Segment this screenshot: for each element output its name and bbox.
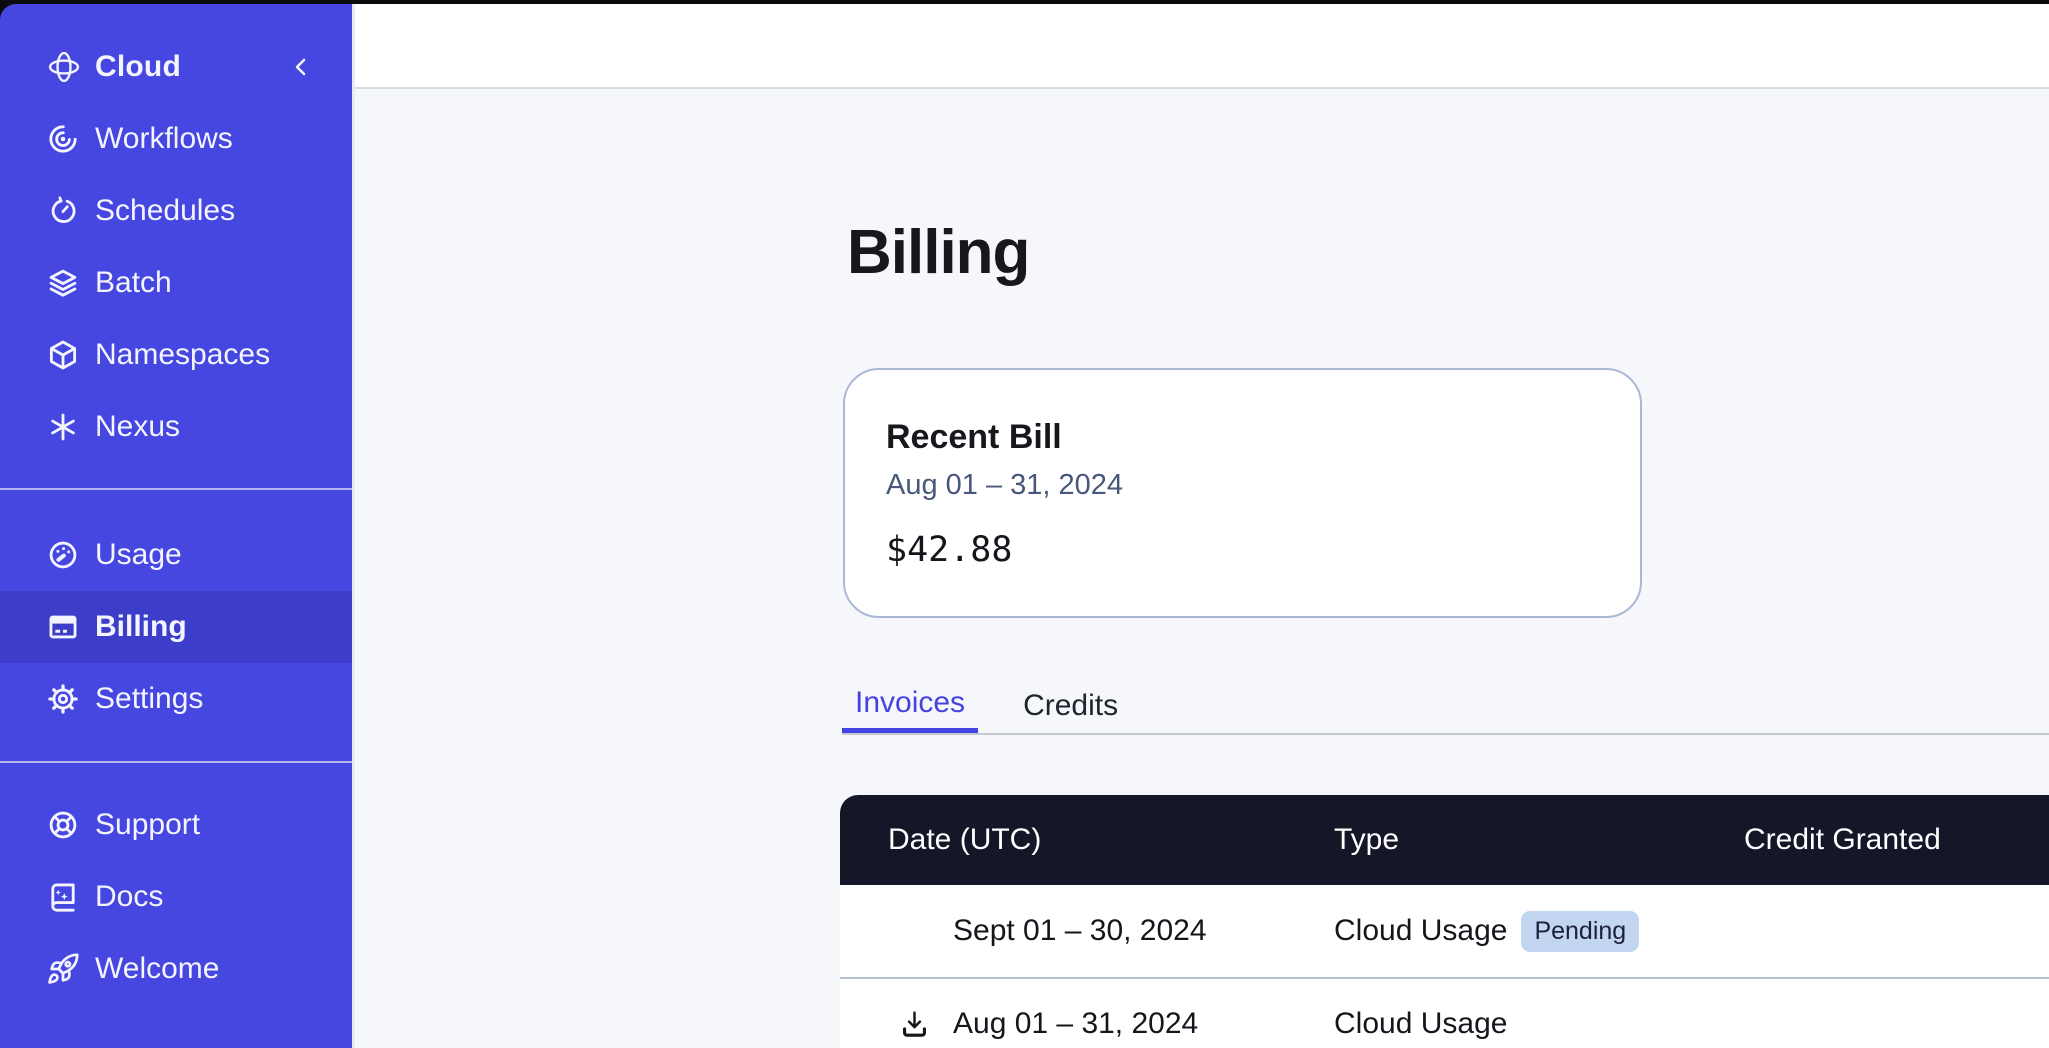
table-header: Date (UTC) Type Credit Granted <box>840 795 2049 885</box>
status-badge-pending: Pending <box>1521 911 1639 952</box>
card-title: Recent Bill <box>886 418 1640 457</box>
sidebar-divider <box>0 761 352 763</box>
sidebar-item-settings[interactable]: Settings <box>0 663 352 735</box>
sidebar-item-billing[interactable]: Billing <box>0 591 352 663</box>
column-header-date: Date (UTC) <box>840 823 1334 857</box>
sidebar-item-schedules[interactable]: Schedules <box>0 175 352 247</box>
tabs: Invoices Credits <box>842 678 1131 733</box>
temporal-cloud-logo-icon <box>46 49 82 85</box>
card-amount: $42.88 <box>886 530 1640 570</box>
tab-credits[interactable]: Credits <box>1010 678 1131 733</box>
support-lifebuoy-icon <box>46 808 80 842</box>
column-header-credit-granted: Credit Granted <box>1744 823 2049 857</box>
tab-invoices[interactable]: Invoices <box>842 678 978 733</box>
sidebar-divider <box>0 488 352 490</box>
cell-type: Cloud Usage Pending <box>1334 911 1744 952</box>
sidebar-item-namespaces[interactable]: Namespaces <box>0 319 352 391</box>
settings-gear-icon <box>46 682 80 716</box>
chevron-left-icon <box>288 54 314 80</box>
download-invoice-icon[interactable] <box>899 1009 930 1040</box>
sidebar-brand[interactable]: Cloud <box>0 4 352 103</box>
column-header-type: Type <box>1334 823 1744 857</box>
sidebar-item-welcome[interactable]: Welcome <box>0 933 352 1005</box>
usage-gauge-icon <box>46 538 80 572</box>
sidebar-item-support[interactable]: Support <box>0 789 352 861</box>
content-column: Billing Recent Bill Aug 01 – 31, 2024 $4… <box>355 4 2049 1048</box>
sidebar-item-workflows[interactable]: Workflows <box>0 103 352 175</box>
invoices-table: Date (UTC) Type Credit Granted Sept 01 –… <box>840 795 2049 1048</box>
sidebar-item-batch[interactable]: Batch <box>0 247 352 319</box>
main-content: Billing Recent Bill Aug 01 – 31, 2024 $4… <box>355 89 2049 1048</box>
tabbar-baseline <box>842 733 2049 735</box>
sidebar-nav-account: Usage Billing <box>0 519 352 735</box>
cell-date: Aug 01 – 31, 2024 <box>840 1007 1334 1041</box>
sidebar-nav-footer: Support Docs <box>0 789 352 1005</box>
nexus-asterisk-icon <box>46 410 80 444</box>
app-window: Cloud Workflows <box>0 4 2049 1048</box>
sidebar-item-docs[interactable]: Docs <box>0 861 352 933</box>
sidebar-collapse-button[interactable] <box>288 54 314 80</box>
docs-book-icon <box>46 880 80 914</box>
tabbar: Invoices Credits <box>843 678 2049 738</box>
namespaces-cube-icon <box>46 338 80 372</box>
schedules-icon <box>46 194 80 228</box>
page-title: Billing <box>847 217 1029 288</box>
workflows-icon <box>46 122 80 156</box>
sidebar-item-nexus[interactable]: Nexus <box>0 391 352 463</box>
batch-layers-icon <box>46 266 80 300</box>
welcome-rocket-icon <box>46 952 80 986</box>
sidebar-nav-primary: Workflows Schedules <box>0 103 352 463</box>
cell-type: Cloud Usage <box>1334 1007 1744 1041</box>
sidebar-item-usage[interactable]: Usage <box>0 519 352 591</box>
brand-label: Cloud <box>95 50 181 84</box>
cell-date: Sept 01 – 30, 2024 <box>840 914 1334 948</box>
sidebar: Cloud Workflows <box>0 4 355 1048</box>
topbar <box>355 4 2049 89</box>
billing-invoice-icon <box>46 610 80 644</box>
table-row[interactable]: Aug 01 – 31, 2024 Cloud Usage <box>840 977 2049 1048</box>
table-row[interactable]: Sept 01 – 30, 2024 Cloud Usage Pending <box>840 885 2049 977</box>
card-subtitle: Aug 01 – 31, 2024 <box>886 469 1640 502</box>
summary-cards: Recent Bill Aug 01 – 31, 2024 $42.88 Cur… <box>843 368 2049 618</box>
recent-bill-card: Recent Bill Aug 01 – 31, 2024 $42.88 <box>843 368 1642 618</box>
